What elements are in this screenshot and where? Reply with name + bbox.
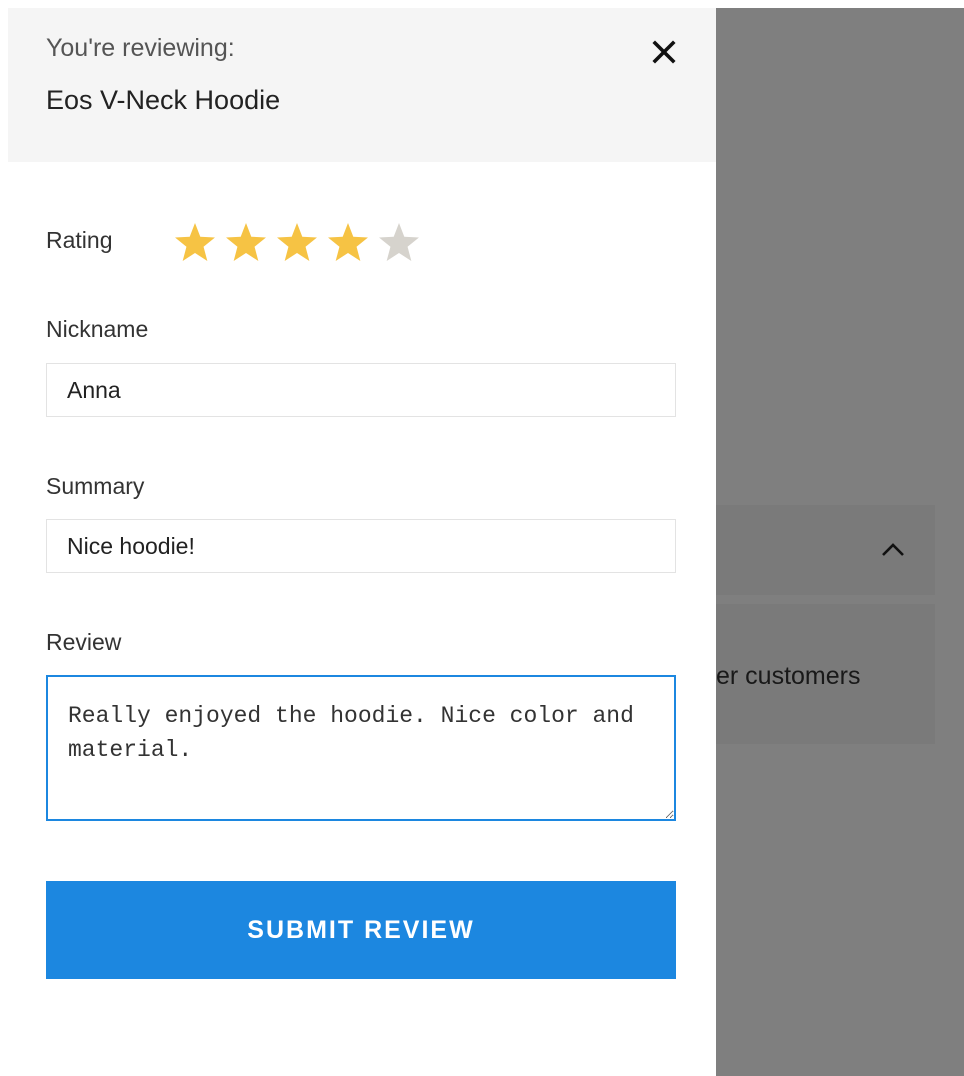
- star-icon[interactable]: [323, 220, 374, 266]
- modal-header: You're reviewing: Eos V-Neck Hoodie: [8, 8, 716, 162]
- nickname-label: Nickname: [46, 316, 149, 342]
- summary-input[interactable]: [46, 519, 676, 573]
- product-name: Eos V-Neck Hoodie: [46, 85, 281, 115]
- page: er customers You're reviewing: Eos V-Nec…: [0, 0, 964, 1076]
- reviewing-label: You're reviewing:: [46, 34, 235, 62]
- star-icon[interactable]: [272, 220, 323, 266]
- review-modal: You're reviewing: Eos V-Neck Hoodie Rati…: [8, 8, 716, 1076]
- review-label: Review: [46, 629, 122, 655]
- close-icon[interactable]: [648, 36, 680, 68]
- modal-overlay[interactable]: [716, 8, 964, 1076]
- summary-label: Summary: [46, 473, 145, 499]
- review-textarea[interactable]: Really enjoyed the hoodie. Nice color an…: [46, 675, 676, 821]
- rating-label: Rating: [46, 227, 113, 253]
- star-icon[interactable]: [170, 220, 221, 266]
- star-rating[interactable]: [170, 220, 425, 266]
- star-icon[interactable]: [221, 220, 272, 266]
- submit-review-button[interactable]: SUBMIT REVIEW: [46, 881, 676, 979]
- nickname-input[interactable]: [46, 363, 676, 417]
- star-icon[interactable]: [374, 220, 425, 266]
